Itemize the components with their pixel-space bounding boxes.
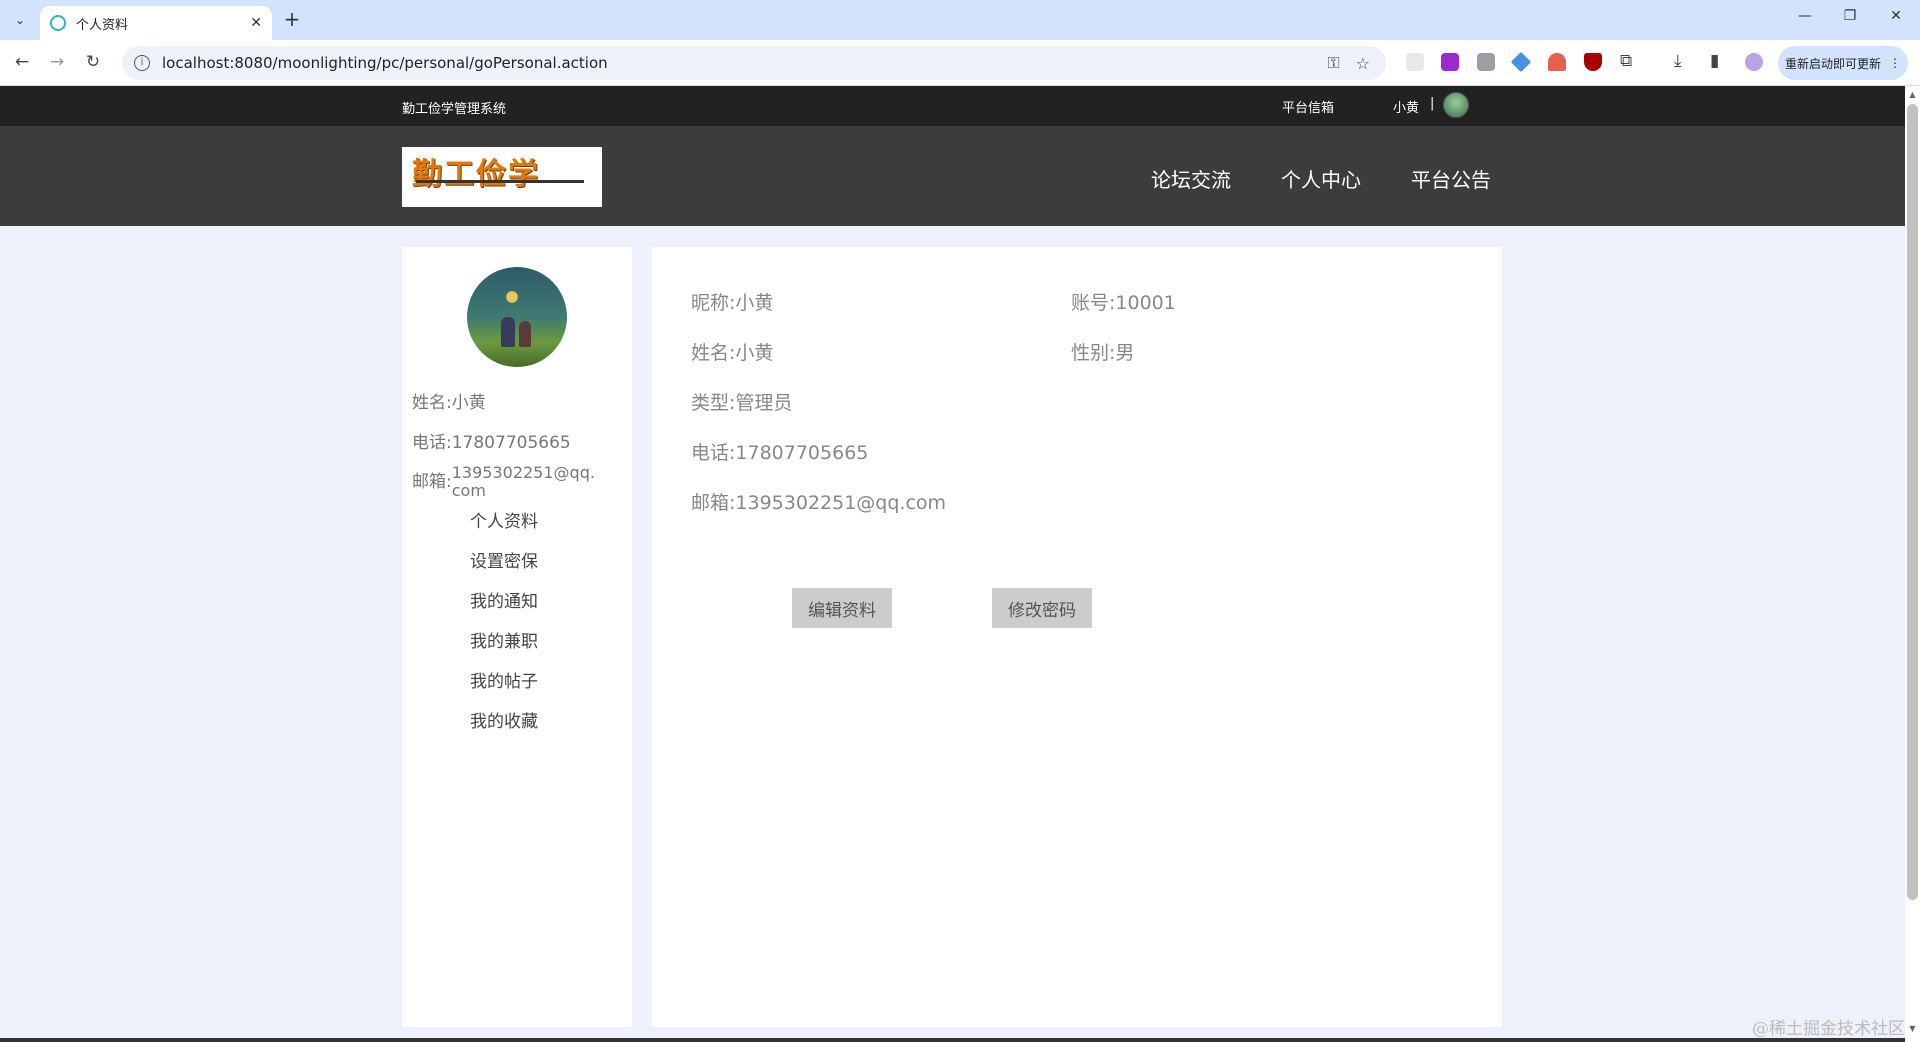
sidebar-name-value: 小黄 [451, 393, 486, 413]
site-favicon-icon [50, 15, 66, 31]
window-close-icon[interactable]: ✕ [1886, 8, 1906, 24]
email-field: 邮箱:1395302251@qq.com [691, 488, 946, 515]
gender-field: 性别:男 [1071, 338, 1134, 365]
download-icon[interactable]: ⤓ [1674, 51, 1682, 71]
account-value: 10001 [1115, 292, 1176, 314]
current-user-name[interactable]: 小黄 [1393, 97, 1419, 116]
more-menu-icon[interactable]: ⋮ [1889, 56, 1901, 70]
extension-red-icon[interactable] [1548, 53, 1566, 71]
browser-tab-active[interactable]: 个人资料 ✕ [40, 6, 272, 40]
extension-rp-icon[interactable] [1441, 53, 1459, 71]
sidebar-email-row: 邮箱: 1395302251@qq.com [412, 463, 596, 500]
menu-my-favorites[interactable]: 我的收藏 [470, 707, 538, 732]
forward-arrow-icon[interactable]: → [46, 52, 68, 72]
address-bar[interactable]: i localhost:8080/moonlighting/pc/persona… [122, 46, 1386, 80]
sidebar-email-value: 1395302251@qq.com [451, 463, 595, 500]
menu-my-posts[interactable]: 我的帖子 [470, 667, 538, 692]
tab-close-icon[interactable]: ✕ [250, 15, 262, 31]
restart-update-label: 重新启动即可更新 [1784, 56, 1881, 71]
address-url[interactable]: localhost:8080/moonlighting/pc/personal/… [162, 54, 1327, 72]
platform-mailbox-link[interactable]: 平台信箱 [1282, 97, 1334, 116]
logo-rule [416, 180, 584, 183]
back-arrow-icon[interactable]: ← [11, 52, 33, 72]
nav-personal-center[interactable]: 个人中心 [1281, 164, 1361, 193]
bookmark-star-icon[interactable]: ☆ [1356, 54, 1370, 73]
side-panel-icon[interactable]: ▮ [1710, 51, 1719, 71]
user-avatar [467, 267, 567, 367]
email-value: 1395302251@qq.com [735, 492, 947, 514]
menu-security-question[interactable]: 设置密保 [470, 547, 538, 572]
sidebar-phone-label: 电话: [412, 433, 452, 453]
site-logo[interactable]: 勤工俭学 [402, 147, 602, 207]
profile-detail-panel: 昵称:小黄 账号:10001 姓名:小黄 性别:男 类型:管理员 电话:1780… [652, 247, 1502, 1027]
nav-forum[interactable]: 论坛交流 [1151, 164, 1231, 193]
password-key-icon[interactable]: ⚿ [1327, 53, 1339, 73]
phone-label: 电话: [691, 442, 736, 464]
user-separator: | [1430, 96, 1435, 111]
new-tab-plus-icon[interactable]: + [280, 8, 304, 32]
sidebar-phone-value: 17807705665 [451, 433, 571, 453]
change-password-button[interactable]: 修改密码 [992, 588, 1092, 628]
system-name: 勤工俭学管理系统 [402, 102, 507, 117]
nickname-field: 昵称:小黄 [691, 288, 773, 315]
name-field: 姓名:小黄 [691, 338, 773, 365]
user-avatar-small[interactable] [1443, 92, 1469, 118]
edit-profile-button[interactable]: 编辑资料 [792, 588, 892, 628]
name-value: 小黄 [735, 342, 774, 364]
type-label: 类型: [691, 392, 736, 414]
tab-title: 个人资料 [76, 17, 129, 33]
scroll-down-arrow-icon[interactable]: ▼ [1906, 1024, 1919, 1033]
name-label: 姓名: [691, 342, 736, 364]
watermark: @稀土掘金技术社区 [1752, 1019, 1905, 1039]
window-minimize-icon[interactable]: — [1795, 8, 1815, 24]
page-scrollbar-thumb[interactable] [1907, 104, 1918, 900]
window-restore-icon[interactable]: ❐ [1840, 8, 1860, 24]
menu-my-jobs[interactable]: 我的兼职 [470, 627, 538, 652]
window-bottom-edge [0, 1038, 1905, 1042]
extension-layers-icon[interactable] [1510, 51, 1532, 73]
browser-tab-bar: ⌄ 个人资料 ✕ + — ❐ ✕ [0, 0, 1920, 40]
logo-text: 勤工俭学 [412, 157, 540, 192]
sidebar-email-label: 邮箱: [412, 472, 452, 492]
type-field: 类型:管理员 [691, 388, 792, 415]
extension-gray-icon[interactable] [1477, 53, 1495, 71]
restart-update-button[interactable]: 重新启动即可更新 ⋮ [1778, 46, 1908, 80]
type-value: 管理员 [735, 392, 793, 414]
menu-personal-info[interactable]: 个人资料 [470, 507, 538, 532]
extensions-puzzle-icon[interactable]: ⧉ [1620, 51, 1632, 71]
sidebar-name-row: 姓名:小黄 [412, 388, 486, 413]
gender-label: 性别: [1071, 342, 1116, 364]
nickname-value: 小黄 [735, 292, 774, 314]
extension-cursor-icon[interactable] [1406, 53, 1424, 71]
nickname-label: 昵称: [691, 292, 736, 314]
sidebar-name-label: 姓名: [412, 393, 452, 413]
reload-icon[interactable]: ↻ [82, 52, 104, 72]
phone-field: 电话:17807705665 [691, 438, 868, 465]
extension-ublock-icon[interactable] [1584, 53, 1602, 71]
gender-value: 男 [1115, 342, 1135, 364]
account-field: 账号:10001 [1071, 288, 1176, 315]
site-info-icon[interactable]: i [134, 55, 150, 71]
nav-announcements[interactable]: 平台公告 [1411, 164, 1491, 193]
site-nav-bar: 勤工俭学 论坛交流 个人中心 平台公告 [0, 126, 1905, 226]
phone-value: 17807705665 [735, 442, 869, 464]
profile-sidebar: 姓名:小黄 电话:17807705665 邮箱: 1395302251@qq.c… [402, 247, 632, 1027]
scroll-up-arrow-icon[interactable]: ▲ [1906, 90, 1919, 99]
profile-avatar-icon[interactable] [1745, 53, 1763, 71]
tab-search-chevron-icon[interactable]: ⌄ [8, 8, 32, 32]
site-top-bar: 勤工俭学管理系统 平台信箱 小黄 | [0, 86, 1905, 126]
account-label: 账号: [1071, 292, 1116, 314]
menu-notifications[interactable]: 我的通知 [470, 587, 538, 612]
sidebar-phone-row: 电话:17807705665 [412, 428, 571, 453]
email-label: 邮箱: [691, 492, 736, 514]
browser-toolbar: ← → ↻ i localhost:8080/moonlighting/pc/p… [0, 40, 1920, 86]
